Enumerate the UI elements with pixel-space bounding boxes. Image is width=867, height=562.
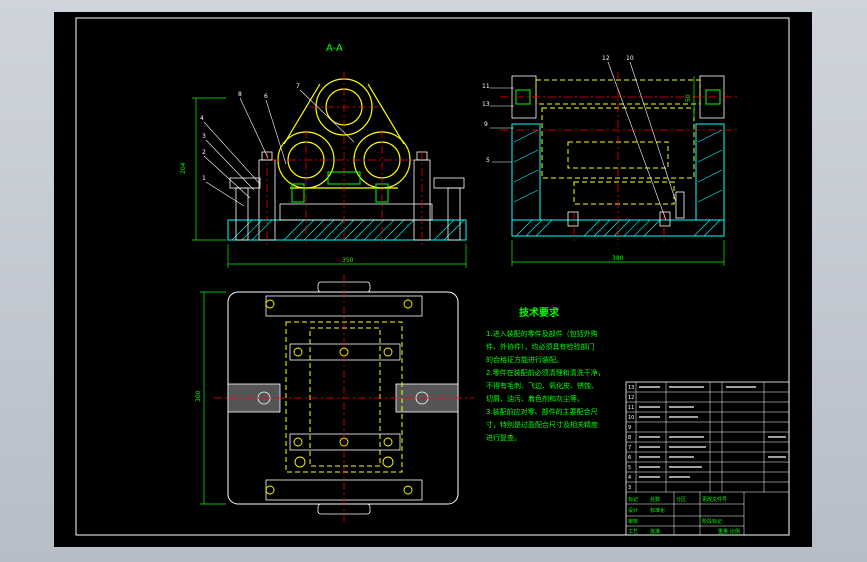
- bom-row-11: 11: [628, 405, 634, 411]
- bom-row-13: 13: [628, 385, 634, 391]
- bom-row-6: 6: [628, 455, 631, 461]
- front-view: 204 350 8 6 4 3 2 1 7: [180, 72, 467, 268]
- title-block: 13 12 11 10 9 8 7 6 5 4 3 标记 处数 分区 更改文件号…: [625, 381, 790, 536]
- balloon-front-2: 6: [264, 93, 268, 100]
- section-label: A-A: [326, 43, 343, 54]
- tb-process: 工艺: [628, 529, 638, 535]
- balloon-front-5: 2: [202, 149, 206, 156]
- side-view: 380 50 12 10 11 13 9 5: [482, 55, 738, 266]
- dim-width-front: 350: [342, 257, 354, 264]
- balloon-side-2: 10: [626, 55, 634, 62]
- bom-row-3: 3: [628, 485, 631, 491]
- tech-req-title: 技术要求: [519, 306, 560, 319]
- dim-height-side: 50: [685, 94, 692, 102]
- tech-req-line-2: 件、外协件），均必须具有检验部门: [486, 342, 595, 351]
- balloon-front-6: 1: [202, 175, 206, 182]
- dim-width-side: 380: [612, 255, 624, 262]
- tb-footer-4: 更改文件号: [702, 496, 727, 503]
- balloon-front-3: 4: [200, 115, 204, 122]
- tb-review: 审核: [628, 518, 638, 525]
- tb-weight: 重量: [718, 528, 728, 535]
- balloon-front-4: 3: [202, 133, 206, 140]
- bom-row-8: 8: [628, 435, 631, 441]
- tech-req-line-3: 的合格证方能进行装配。: [486, 355, 563, 364]
- tech-req-line-8: 寸，特别是过盈配合尺寸及相关精度: [486, 420, 598, 429]
- dim-height-plan: 300: [195, 390, 202, 402]
- bom-row-5: 5: [628, 465, 631, 471]
- tb-scale: 比例: [730, 528, 740, 535]
- tb-footer-1: 标记: [628, 496, 638, 503]
- bom-row-12: 12: [628, 395, 634, 401]
- tech-requirements: 技术要求 1.进入装配的零件及部件（包括外购 件、外协件），均必须具有检验部门 …: [486, 306, 605, 442]
- balloon-side-3: 11: [482, 83, 490, 90]
- bom-row-10: 10: [628, 415, 634, 421]
- bom-row-9: 9: [628, 425, 631, 431]
- tech-req-line-7: 3.装配前应对零、部件的主要配合尺: [486, 407, 598, 416]
- tech-req-line-6: 切屑、油污、着色剂和灰尘等。: [486, 394, 584, 403]
- dim-height-front: 204: [180, 162, 187, 174]
- tb-footer-2: 处数: [650, 496, 660, 503]
- tb-design: 设计: [628, 507, 638, 514]
- tb-approve: 批准: [650, 528, 660, 535]
- balloon-side-5: 9: [484, 121, 488, 128]
- bom-row-7: 7: [628, 445, 631, 451]
- tb-footer-3: 分区: [676, 496, 686, 503]
- balloon-side-4: 13: [482, 101, 490, 108]
- balloon-front-1: 8: [238, 91, 242, 98]
- bom-row-4: 4: [628, 475, 631, 481]
- tech-req-line-9: 进行复查。: [486, 433, 521, 442]
- engineering-drawing: A-A 204 350 8 6 4 3 2 1 7 380 50 12 10 1…: [75, 17, 790, 536]
- plan-view: 300: [195, 274, 474, 522]
- tb-stage: 阶段标记: [702, 518, 722, 525]
- tech-req-line-1: 1.进入装配的零件及部件（包括外购: [486, 329, 598, 338]
- balloon-front-7: 7: [296, 83, 300, 90]
- balloon-side-6: 5: [486, 157, 490, 164]
- cad-viewport[interactable]: A-A 204 350 8 6 4 3 2 1 7 380 50 12 10 1…: [54, 12, 812, 547]
- tech-req-line-5: 不得有毛刺、飞边、氧化皮、锈蚀、: [486, 381, 598, 390]
- balloon-side-1: 12: [602, 55, 610, 62]
- tb-standard: 标准化: [650, 507, 665, 514]
- tech-req-line-4: 2.零件在装配前必须清理和清洗干净，: [486, 368, 605, 377]
